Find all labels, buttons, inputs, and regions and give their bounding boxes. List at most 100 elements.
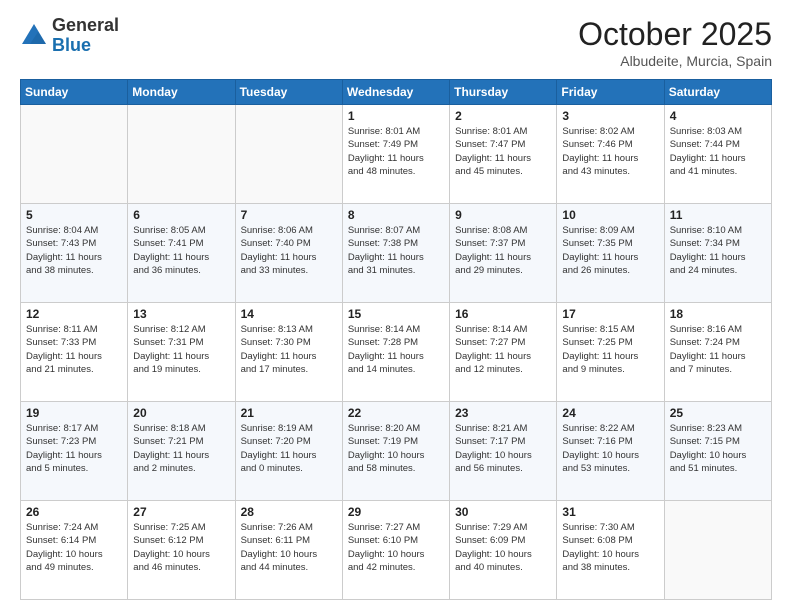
day-number: 5: [26, 208, 122, 222]
day-info: Sunrise: 7:29 AM Sunset: 6:09 PM Dayligh…: [455, 521, 551, 574]
day-number: 14: [241, 307, 337, 321]
calendar-cell: 30 Sunrise: 7:29 AM Sunset: 6:09 PM Dayli…: [450, 501, 557, 600]
day-number: 15: [348, 307, 444, 321]
day-info: Sunrise: 7:30 AM Sunset: 6:08 PM Dayligh…: [562, 521, 658, 574]
day-info: Sunrise: 8:23 AM Sunset: 7:15 PM Dayligh…: [670, 422, 766, 475]
calendar-cell: 24 Sunrise: 8:22 AM Sunset: 7:16 PM Dayli…: [557, 402, 664, 501]
calendar-cell: 4 Sunrise: 8:03 AM Sunset: 7:44 PM Daylig…: [664, 105, 771, 204]
day-number: 23: [455, 406, 551, 420]
calendar-week-2: 5 Sunrise: 8:04 AM Sunset: 7:43 PM Daylig…: [21, 204, 772, 303]
calendar-cell: 20 Sunrise: 8:18 AM Sunset: 7:21 PM Dayli…: [128, 402, 235, 501]
weekday-header-saturday: Saturday: [664, 80, 771, 105]
weekday-header-sunday: Sunday: [21, 80, 128, 105]
page: General Blue October 2025 Albudeite, Mur…: [0, 0, 792, 612]
day-info: Sunrise: 8:07 AM Sunset: 7:38 PM Dayligh…: [348, 224, 444, 277]
day-info: Sunrise: 8:13 AM Sunset: 7:30 PM Dayligh…: [241, 323, 337, 376]
weekday-header-wednesday: Wednesday: [342, 80, 449, 105]
day-number: 22: [348, 406, 444, 420]
day-number: 31: [562, 505, 658, 519]
day-number: 4: [670, 109, 766, 123]
day-number: 18: [670, 307, 766, 321]
calendar-cell: 12Sunrise: 8:11 AM Sunset: 7:33 PM Dayli…: [21, 303, 128, 402]
day-info: Sunrise: 8:10 AM Sunset: 7:34 PM Dayligh…: [670, 224, 766, 277]
calendar-cell: 18 Sunrise: 8:16 AM Sunset: 7:24 PM Dayli…: [664, 303, 771, 402]
day-info: Sunrise: 8:18 AM Sunset: 7:21 PM Dayligh…: [133, 422, 229, 475]
day-number: 3: [562, 109, 658, 123]
calendar-cell: [21, 105, 128, 204]
day-info: Sunrise: 8:14 AM Sunset: 7:27 PM Dayligh…: [455, 323, 551, 376]
calendar-cell: [235, 105, 342, 204]
day-info: Sunrise: 7:27 AM Sunset: 6:10 PM Dayligh…: [348, 521, 444, 574]
day-info: Sunrise: 8:15 AM Sunset: 7:25 PM Dayligh…: [562, 323, 658, 376]
day-number: 1: [348, 109, 444, 123]
calendar-week-5: 26 Sunrise: 7:24 AM Sunset: 6:14 PM Dayli…: [21, 501, 772, 600]
calendar-cell: 5 Sunrise: 8:04 AM Sunset: 7:43 PM Daylig…: [21, 204, 128, 303]
day-number: 17: [562, 307, 658, 321]
day-info: Sunrise: 8:17 AM Sunset: 7:23 PM Dayligh…: [26, 422, 122, 475]
day-number: 19: [26, 406, 122, 420]
calendar-cell: 6 Sunrise: 8:05 AM Sunset: 7:41 PM Daylig…: [128, 204, 235, 303]
day-info: Sunrise: 8:22 AM Sunset: 7:16 PM Dayligh…: [562, 422, 658, 475]
day-info: Sunrise: 8:16 AM Sunset: 7:24 PM Dayligh…: [670, 323, 766, 376]
logo-text: General Blue: [52, 16, 119, 56]
calendar-cell: 21 Sunrise: 8:19 AM Sunset: 7:20 PM Dayli…: [235, 402, 342, 501]
day-number: 26: [26, 505, 122, 519]
title-block: October 2025 Albudeite, Murcia, Spain: [578, 16, 772, 69]
logo-icon: [20, 22, 48, 50]
calendar-cell: [664, 501, 771, 600]
weekday-header-tuesday: Tuesday: [235, 80, 342, 105]
weekday-header-thursday: Thursday: [450, 80, 557, 105]
day-number: 21: [241, 406, 337, 420]
calendar-cell: 19 Sunrise: 8:17 AM Sunset: 7:23 PM Dayli…: [21, 402, 128, 501]
month-title: October 2025: [578, 16, 772, 53]
day-number: 2: [455, 109, 551, 123]
calendar-week-1: 1Sunrise: 8:01 AM Sunset: 7:49 PM Daylig…: [21, 105, 772, 204]
calendar-cell: 17 Sunrise: 8:15 AM Sunset: 7:25 PM Dayli…: [557, 303, 664, 402]
calendar-header: SundayMondayTuesdayWednesdayThursdayFrid…: [21, 80, 772, 105]
calendar-cell: 26 Sunrise: 7:24 AM Sunset: 6:14 PM Dayli…: [21, 501, 128, 600]
day-number: 24: [562, 406, 658, 420]
logo: General Blue: [20, 16, 119, 56]
day-info: Sunrise: 7:26 AM Sunset: 6:11 PM Dayligh…: [241, 521, 337, 574]
day-info: Sunrise: 8:12 AM Sunset: 7:31 PM Dayligh…: [133, 323, 229, 376]
day-number: 25: [670, 406, 766, 420]
day-info: Sunrise: 8:19 AM Sunset: 7:20 PM Dayligh…: [241, 422, 337, 475]
day-info: Sunrise: 8:14 AM Sunset: 7:28 PM Dayligh…: [348, 323, 444, 376]
calendar-cell: 23Sunrise: 8:21 AM Sunset: 7:17 PM Dayli…: [450, 402, 557, 501]
day-info: Sunrise: 8:05 AM Sunset: 7:41 PM Dayligh…: [133, 224, 229, 277]
calendar-cell: 16 Sunrise: 8:14 AM Sunset: 7:27 PM Dayli…: [450, 303, 557, 402]
day-number: 11: [670, 208, 766, 222]
calendar-cell: 9Sunrise: 8:08 AM Sunset: 7:37 PM Daylig…: [450, 204, 557, 303]
day-number: 30: [455, 505, 551, 519]
calendar-cell: 8Sunrise: 8:07 AM Sunset: 7:38 PM Daylig…: [342, 204, 449, 303]
day-number: 20: [133, 406, 229, 420]
header: General Blue October 2025 Albudeite, Mur…: [20, 16, 772, 69]
day-number: 6: [133, 208, 229, 222]
calendar-cell: 29Sunrise: 7:27 AM Sunset: 6:10 PM Dayli…: [342, 501, 449, 600]
calendar-cell: 2Sunrise: 8:01 AM Sunset: 7:47 PM Daylig…: [450, 105, 557, 204]
day-info: Sunrise: 8:20 AM Sunset: 7:19 PM Dayligh…: [348, 422, 444, 475]
day-number: 28: [241, 505, 337, 519]
weekday-header-friday: Friday: [557, 80, 664, 105]
calendar-cell: 1Sunrise: 8:01 AM Sunset: 7:49 PM Daylig…: [342, 105, 449, 204]
day-info: Sunrise: 8:06 AM Sunset: 7:40 PM Dayligh…: [241, 224, 337, 277]
calendar-cell: 7 Sunrise: 8:06 AM Sunset: 7:40 PM Daylig…: [235, 204, 342, 303]
day-info: Sunrise: 8:04 AM Sunset: 7:43 PM Dayligh…: [26, 224, 122, 277]
calendar-cell: 3Sunrise: 8:02 AM Sunset: 7:46 PM Daylig…: [557, 105, 664, 204]
calendar-cell: 10Sunrise: 8:09 AM Sunset: 7:35 PM Dayli…: [557, 204, 664, 303]
day-number: 16: [455, 307, 551, 321]
location-subtitle: Albudeite, Murcia, Spain: [578, 53, 772, 69]
weekday-row: SundayMondayTuesdayWednesdayThursdayFrid…: [21, 80, 772, 105]
logo-blue-label: Blue: [52, 36, 119, 56]
day-info: Sunrise: 7:24 AM Sunset: 6:14 PM Dayligh…: [26, 521, 122, 574]
day-info: Sunrise: 8:08 AM Sunset: 7:37 PM Dayligh…: [455, 224, 551, 277]
calendar-week-4: 19 Sunrise: 8:17 AM Sunset: 7:23 PM Dayli…: [21, 402, 772, 501]
day-info: Sunrise: 8:03 AM Sunset: 7:44 PM Dayligh…: [670, 125, 766, 178]
weekday-header-monday: Monday: [128, 80, 235, 105]
calendar-cell: 27Sunrise: 7:25 AM Sunset: 6:12 PM Dayli…: [128, 501, 235, 600]
calendar-cell: 11 Sunrise: 8:10 AM Sunset: 7:34 PM Dayli…: [664, 204, 771, 303]
calendar-week-3: 12Sunrise: 8:11 AM Sunset: 7:33 PM Dayli…: [21, 303, 772, 402]
calendar-body: 1Sunrise: 8:01 AM Sunset: 7:49 PM Daylig…: [21, 105, 772, 600]
day-info: Sunrise: 8:11 AM Sunset: 7:33 PM Dayligh…: [26, 323, 122, 376]
day-number: 7: [241, 208, 337, 222]
